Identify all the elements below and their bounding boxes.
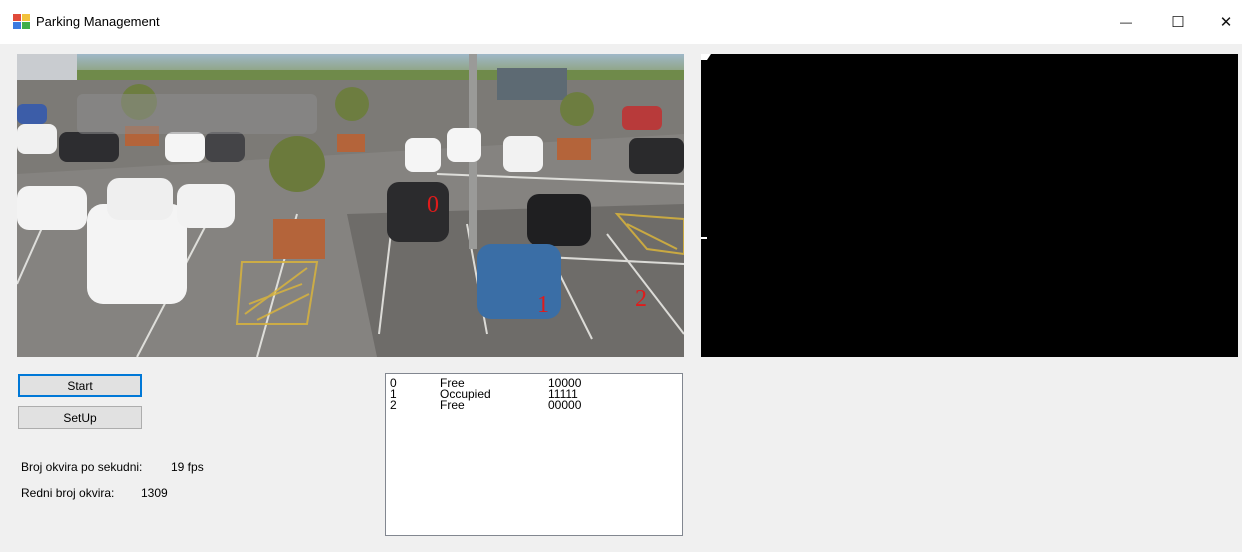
window-title: Parking Management bbox=[36, 14, 160, 29]
maximize-button[interactable]: ☐ bbox=[1155, 0, 1201, 44]
spot-label-0: 0 bbox=[427, 192, 439, 218]
list-item[interactable]: 0 Free 10000 bbox=[386, 377, 682, 389]
list-item[interactable]: 2 Free 00000 bbox=[386, 398, 682, 412]
parking-management-window: Parking Management — ☐ ✕ 0 1 2 Start Set… bbox=[0, 0, 1242, 552]
title-bar[interactable]: Parking Management — ☐ ✕ bbox=[0, 0, 1242, 44]
spot-history: 00000 bbox=[548, 398, 582, 412]
close-button[interactable]: ✕ bbox=[1203, 0, 1242, 44]
fps-value: 19 fps bbox=[171, 460, 204, 474]
frame-number-value: 1309 bbox=[141, 486, 168, 500]
spot-label-1: 1 bbox=[537, 292, 549, 318]
spot-status-list[interactable]: 0 Free 10000 1 Occupied 11111 2 Free 000… bbox=[385, 373, 683, 536]
app-icon bbox=[13, 14, 30, 29]
minimize-icon: — bbox=[1120, 15, 1132, 29]
spot-status: Free bbox=[440, 398, 465, 412]
parking-lot-image: 0 1 2 bbox=[17, 54, 684, 357]
mask-image bbox=[701, 54, 711, 239]
frame-number-label: Redni broj okvira: bbox=[21, 486, 115, 500]
fps-label: Broj okvira po sekudni: bbox=[21, 460, 143, 474]
list-item[interactable]: 1 Occupied 11111 bbox=[386, 388, 682, 400]
maximize-icon: ☐ bbox=[1171, 14, 1185, 31]
spot-label-2: 2 bbox=[635, 286, 647, 312]
spot-id: 2 bbox=[390, 398, 397, 412]
mask-view bbox=[701, 54, 1238, 357]
minimize-button[interactable]: — bbox=[1103, 0, 1149, 44]
close-icon: ✕ bbox=[1219, 14, 1233, 31]
camera-feed-view: 0 1 2 bbox=[17, 54, 684, 357]
start-button[interactable]: Start bbox=[18, 374, 142, 397]
setup-button[interactable]: SetUp bbox=[18, 406, 142, 429]
